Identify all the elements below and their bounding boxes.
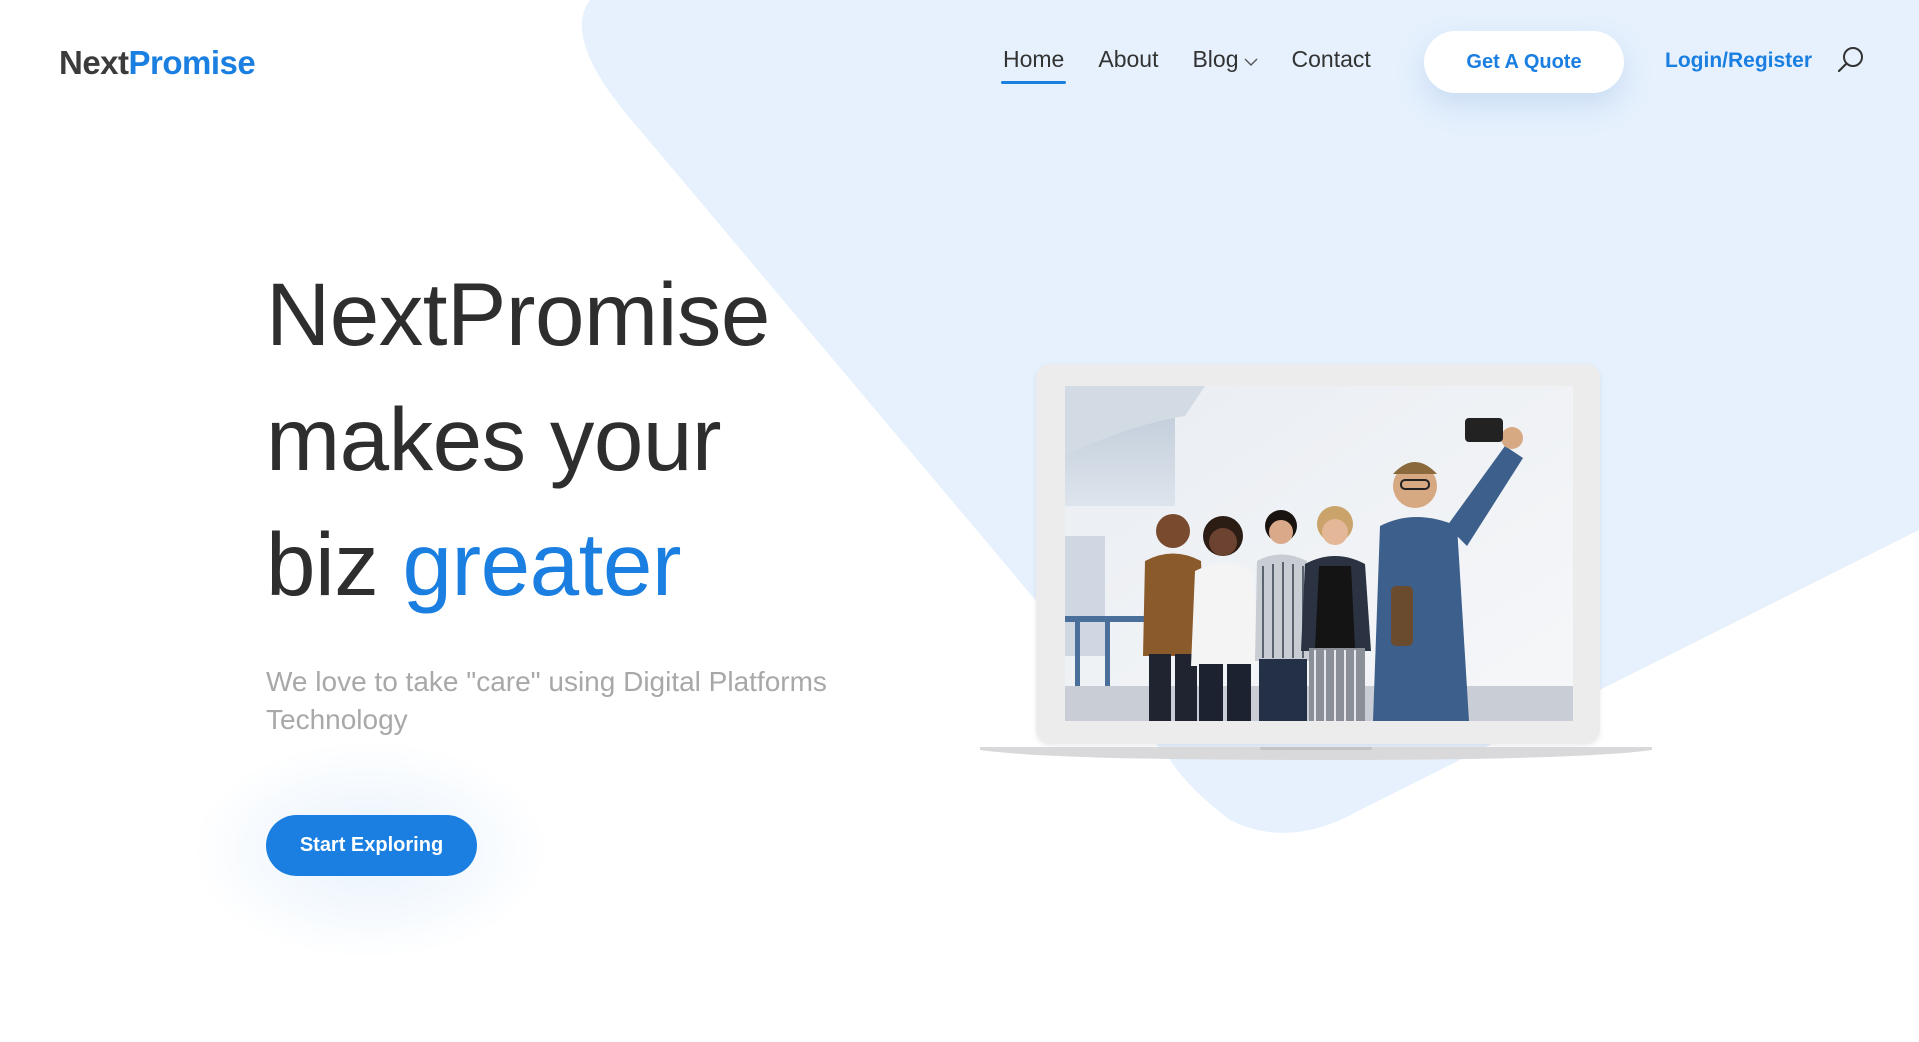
laptop-illustration [980, 364, 1652, 764]
laptop-base [980, 747, 1652, 760]
main-nav: Home About Blog Contact [1000, 46, 1371, 84]
hero-title: NextPromise makes your biz greater [266, 252, 770, 627]
hero-photo [1065, 386, 1573, 721]
brand-logo[interactable]: NextPromise [59, 44, 256, 82]
nav-item-about-label: About [1098, 46, 1159, 72]
get-quote-button[interactable]: Get A Quote [1424, 31, 1624, 93]
hero-title-accent: greater [402, 514, 682, 614]
nav-item-home[interactable]: Home [1000, 46, 1067, 84]
brand-name-part2: Promise [128, 44, 256, 81]
nav-item-blog[interactable]: Blog [1192, 46, 1258, 73]
login-register-link[interactable]: Login/Register [1665, 49, 1812, 73]
nav-item-about[interactable]: About [1098, 46, 1158, 73]
nav-item-blog-label: Blog [1192, 46, 1239, 72]
nav-item-home-label: Home [1003, 46, 1065, 72]
hero-title-line1: NextPromise [266, 264, 770, 364]
nav-item-contact[interactable]: Contact [1292, 46, 1371, 73]
chevron-down-icon [1244, 46, 1258, 73]
hero-title-line2: makes your [266, 389, 722, 489]
hero-subtitle: We love to take "care" using Digital Pla… [266, 666, 827, 735]
start-exploring-button[interactable]: Start Exploring [266, 815, 477, 876]
brand-name-part1: Next [59, 44, 129, 81]
hero-title-line3: biz [266, 514, 403, 614]
search-icon[interactable] [1836, 45, 1866, 75]
nav-item-contact-label: Contact [1291, 46, 1371, 72]
